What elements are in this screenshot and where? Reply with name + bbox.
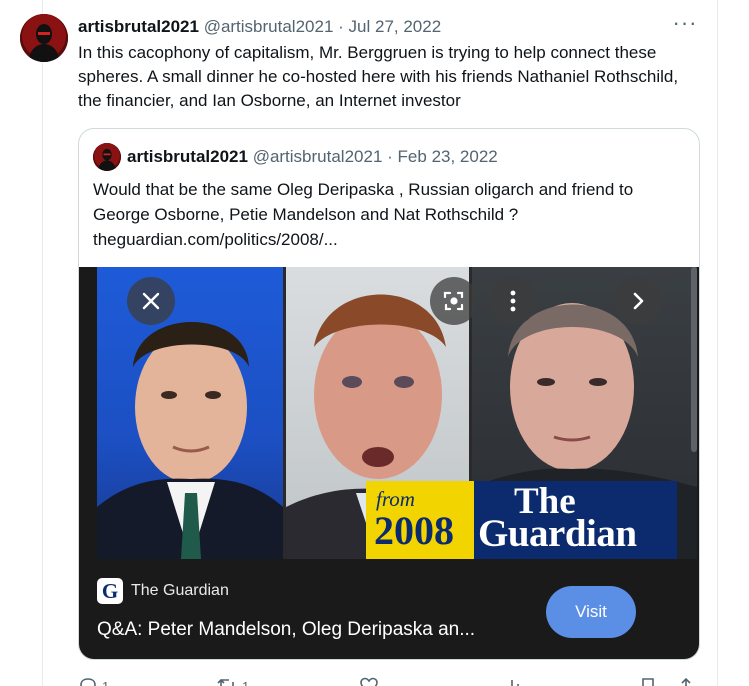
more-options-button[interactable]: ··· bbox=[670, 12, 700, 38]
views-icon bbox=[511, 680, 519, 686]
author-handle[interactable]: @artisbrutal2021 bbox=[204, 17, 334, 36]
quoted-text-body: Would that be the same Oleg Deripaska , … bbox=[93, 180, 634, 224]
like-icon bbox=[360, 677, 378, 686]
lens-icon[interactable] bbox=[430, 277, 478, 325]
share-icon bbox=[681, 677, 691, 686]
avatar[interactable] bbox=[20, 14, 68, 62]
quoted-date[interactable]: Feb 23, 2022 bbox=[398, 147, 498, 166]
reply-button[interactable]: 1 bbox=[78, 676, 109, 686]
close-icon[interactable] bbox=[127, 277, 175, 325]
author-name[interactable]: artisbrutal2021 bbox=[78, 17, 199, 36]
reply-icon bbox=[80, 678, 96, 686]
photo-panel-left bbox=[97, 267, 283, 559]
tweet-text: In this cacophony of capitalism, Mr. Ber… bbox=[78, 43, 679, 110]
reply-count: 1 bbox=[102, 678, 110, 686]
source-row: G The Guardian bbox=[97, 578, 229, 604]
source-logo-icon: G bbox=[97, 578, 123, 604]
views-button[interactable] bbox=[502, 676, 522, 686]
guardian-logo-guardian: Guardian bbox=[478, 512, 637, 555]
tweet-actions: 1 1 bbox=[78, 676, 718, 686]
preview-image[interactable]: from 2008 The Guardian bbox=[97, 267, 697, 559]
share-button[interactable] bbox=[676, 676, 696, 686]
quoted-link[interactable]: theguardian.com/politics/2008/... bbox=[93, 227, 688, 252]
quoted-header: artisbrutal2021 @artisbrutal2021 · Feb 2… bbox=[127, 146, 498, 168]
tweet-header: artisbrutal2021 @artisbrutal2021 · Jul 2… bbox=[78, 16, 441, 38]
badge-year-text: 2008 bbox=[374, 508, 454, 553]
like-button[interactable] bbox=[359, 676, 379, 686]
quoted-author-name[interactable]: artisbrutal2021 bbox=[127, 147, 248, 166]
visit-button[interactable]: Visit bbox=[546, 586, 636, 638]
chevron-right-icon[interactable] bbox=[614, 277, 662, 325]
from-2008-badge: from 2008 bbox=[366, 481, 474, 559]
quoted-avatar[interactable] bbox=[93, 143, 121, 171]
retweet-button[interactable]: 1 bbox=[216, 676, 249, 686]
card-title[interactable]: Q&A: Peter Mandelson, Oleg Deripaska an.… bbox=[97, 619, 475, 641]
retweet-icon bbox=[217, 678, 234, 686]
more-vertical-icon[interactable] bbox=[489, 277, 537, 325]
link-preview-card[interactable]: from 2008 The Guardian G The Guardian Q&… bbox=[79, 267, 699, 659]
timeline-border-right bbox=[717, 0, 718, 686]
quoted-author-handle[interactable]: @artisbrutal2021 bbox=[253, 147, 383, 166]
source-name: The Guardian bbox=[131, 582, 229, 599]
retweet-count: 1 bbox=[242, 678, 250, 686]
separator-dot: · bbox=[338, 17, 344, 36]
quoted-text: Would that be the same Oleg Deripaska , … bbox=[93, 177, 688, 252]
timeline-border-left bbox=[42, 0, 43, 686]
guardian-logo: The Guardian bbox=[474, 481, 677, 559]
quoted-tweet[interactable]: artisbrutal2021 @artisbrutal2021 · Feb 2… bbox=[78, 128, 700, 660]
card-scrollbar[interactable] bbox=[691, 267, 697, 452]
quoted-separator-dot: · bbox=[387, 147, 393, 166]
bookmark-button[interactable] bbox=[638, 676, 658, 686]
tweet-date[interactable]: Jul 27, 2022 bbox=[349, 17, 442, 36]
bookmark-icon bbox=[642, 678, 654, 686]
